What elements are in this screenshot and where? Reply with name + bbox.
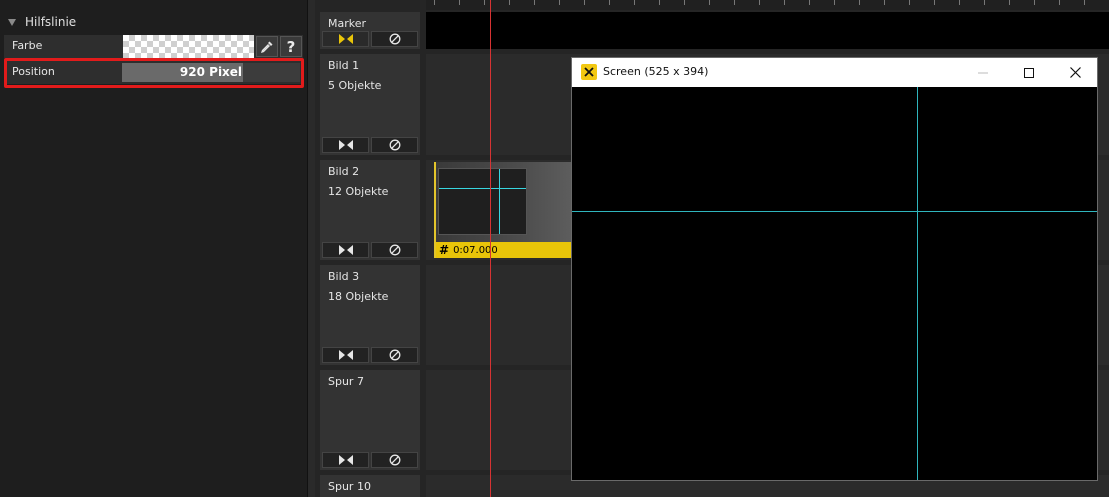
help-button[interactable]: ? xyxy=(280,36,302,57)
track-name: Spur 7 xyxy=(328,375,364,388)
track-mode-button[interactable] xyxy=(322,242,369,258)
screen-window: Screen (525 x 394) xyxy=(571,57,1098,481)
bowtie-icon xyxy=(338,350,353,360)
clip-thumbnail xyxy=(438,168,527,235)
time-ruler[interactable] xyxy=(426,0,1109,10)
window-titlebar[interactable]: Screen (525 x 394) xyxy=(572,58,1097,87)
app-logo-icon xyxy=(581,64,597,80)
track-name: Bild 3 xyxy=(328,270,360,283)
track-name: Bild 1 xyxy=(328,59,360,72)
playhead[interactable] xyxy=(490,0,491,497)
close-icon xyxy=(1069,67,1081,78)
maximize-icon xyxy=(1024,67,1034,78)
close-button[interactable] xyxy=(1052,58,1098,87)
track-mode-button[interactable] xyxy=(322,137,369,153)
track-header-spur-10[interactable]: Spur 10 xyxy=(320,475,420,497)
track-header-bild-2[interactable]: Bild 2 12 Objekte xyxy=(320,160,420,260)
track-name: Marker xyxy=(328,17,367,30)
thumb-guide-vertical xyxy=(499,169,500,234)
disabled-icon xyxy=(389,139,400,151)
track-buttons xyxy=(322,452,418,468)
screen-canvas[interactable] xyxy=(572,87,1097,480)
track-disable-button[interactable] xyxy=(371,452,418,468)
track-disable-button[interactable] xyxy=(371,347,418,363)
panel-divider[interactable] xyxy=(307,0,315,497)
eyedropper-button[interactable] xyxy=(256,36,278,57)
thumb-guide-horizontal xyxy=(439,188,526,189)
track-mode-button[interactable] xyxy=(322,347,369,363)
window-title: Screen (525 x 394) xyxy=(603,65,709,78)
guide-line-vertical[interactable] xyxy=(917,87,918,480)
disabled-icon xyxy=(389,349,400,361)
track-disable-button[interactable] xyxy=(371,137,418,153)
color-swatch[interactable] xyxy=(123,35,254,58)
track-lane-marker[interactable] xyxy=(426,12,1109,49)
maximize-button[interactable] xyxy=(1006,58,1052,87)
properties-panel: Hilfslinie Farbe ? Position 920 Pixel xyxy=(0,0,307,497)
guide-line-horizontal[interactable] xyxy=(572,211,1097,212)
track-mode-button[interactable] xyxy=(322,452,369,468)
highlight-box xyxy=(4,58,304,88)
bowtie-icon xyxy=(338,34,353,44)
track-buttons xyxy=(322,242,418,258)
farbe-label: Farbe xyxy=(12,39,43,52)
track-header-marker[interactable]: Marker xyxy=(320,12,420,49)
bowtie-icon xyxy=(338,140,353,150)
bowtie-icon xyxy=(338,245,353,255)
track-buttons xyxy=(322,347,418,363)
track-header-bild-3[interactable]: Bild 3 18 Objekte xyxy=(320,265,420,365)
track-disable-button[interactable] xyxy=(371,242,418,258)
hash-icon: # xyxy=(439,243,450,257)
bowtie-icon xyxy=(338,455,353,465)
track-header-spur-7[interactable]: Spur 7 xyxy=(320,370,420,470)
collapse-triangle-icon[interactable] xyxy=(8,18,16,26)
track-object-count: 12 Objekte xyxy=(328,185,389,198)
clip-duration: 0:07.000 xyxy=(453,244,498,256)
property-row-farbe: Farbe ? xyxy=(4,35,303,58)
disabled-icon xyxy=(389,244,400,256)
disabled-icon xyxy=(389,33,400,45)
section-header-hilfslinie[interactable]: Hilfslinie xyxy=(0,11,307,33)
track-name: Bild 2 xyxy=(328,165,360,178)
clip-duration-bar[interactable]: # 0:07.000 xyxy=(436,242,576,258)
disabled-icon xyxy=(389,454,400,466)
track-name: Spur 10 xyxy=(328,480,371,493)
track-buttons xyxy=(322,137,418,153)
track-disable-button[interactable] xyxy=(371,31,418,47)
track-buttons xyxy=(322,31,418,47)
minimize-button[interactable] xyxy=(960,58,1006,87)
timeline-clip[interactable]: # 0:07.000 xyxy=(434,162,576,258)
track-header-bild-1[interactable]: Bild 1 5 Objekte xyxy=(320,54,420,155)
minimize-icon xyxy=(978,72,988,73)
eyedropper-icon xyxy=(260,41,273,53)
section-title: Hilfslinie xyxy=(25,15,77,29)
track-mode-button[interactable] xyxy=(322,31,369,47)
track-object-count: 5 Objekte xyxy=(328,79,382,92)
track-object-count: 18 Objekte xyxy=(328,290,389,303)
